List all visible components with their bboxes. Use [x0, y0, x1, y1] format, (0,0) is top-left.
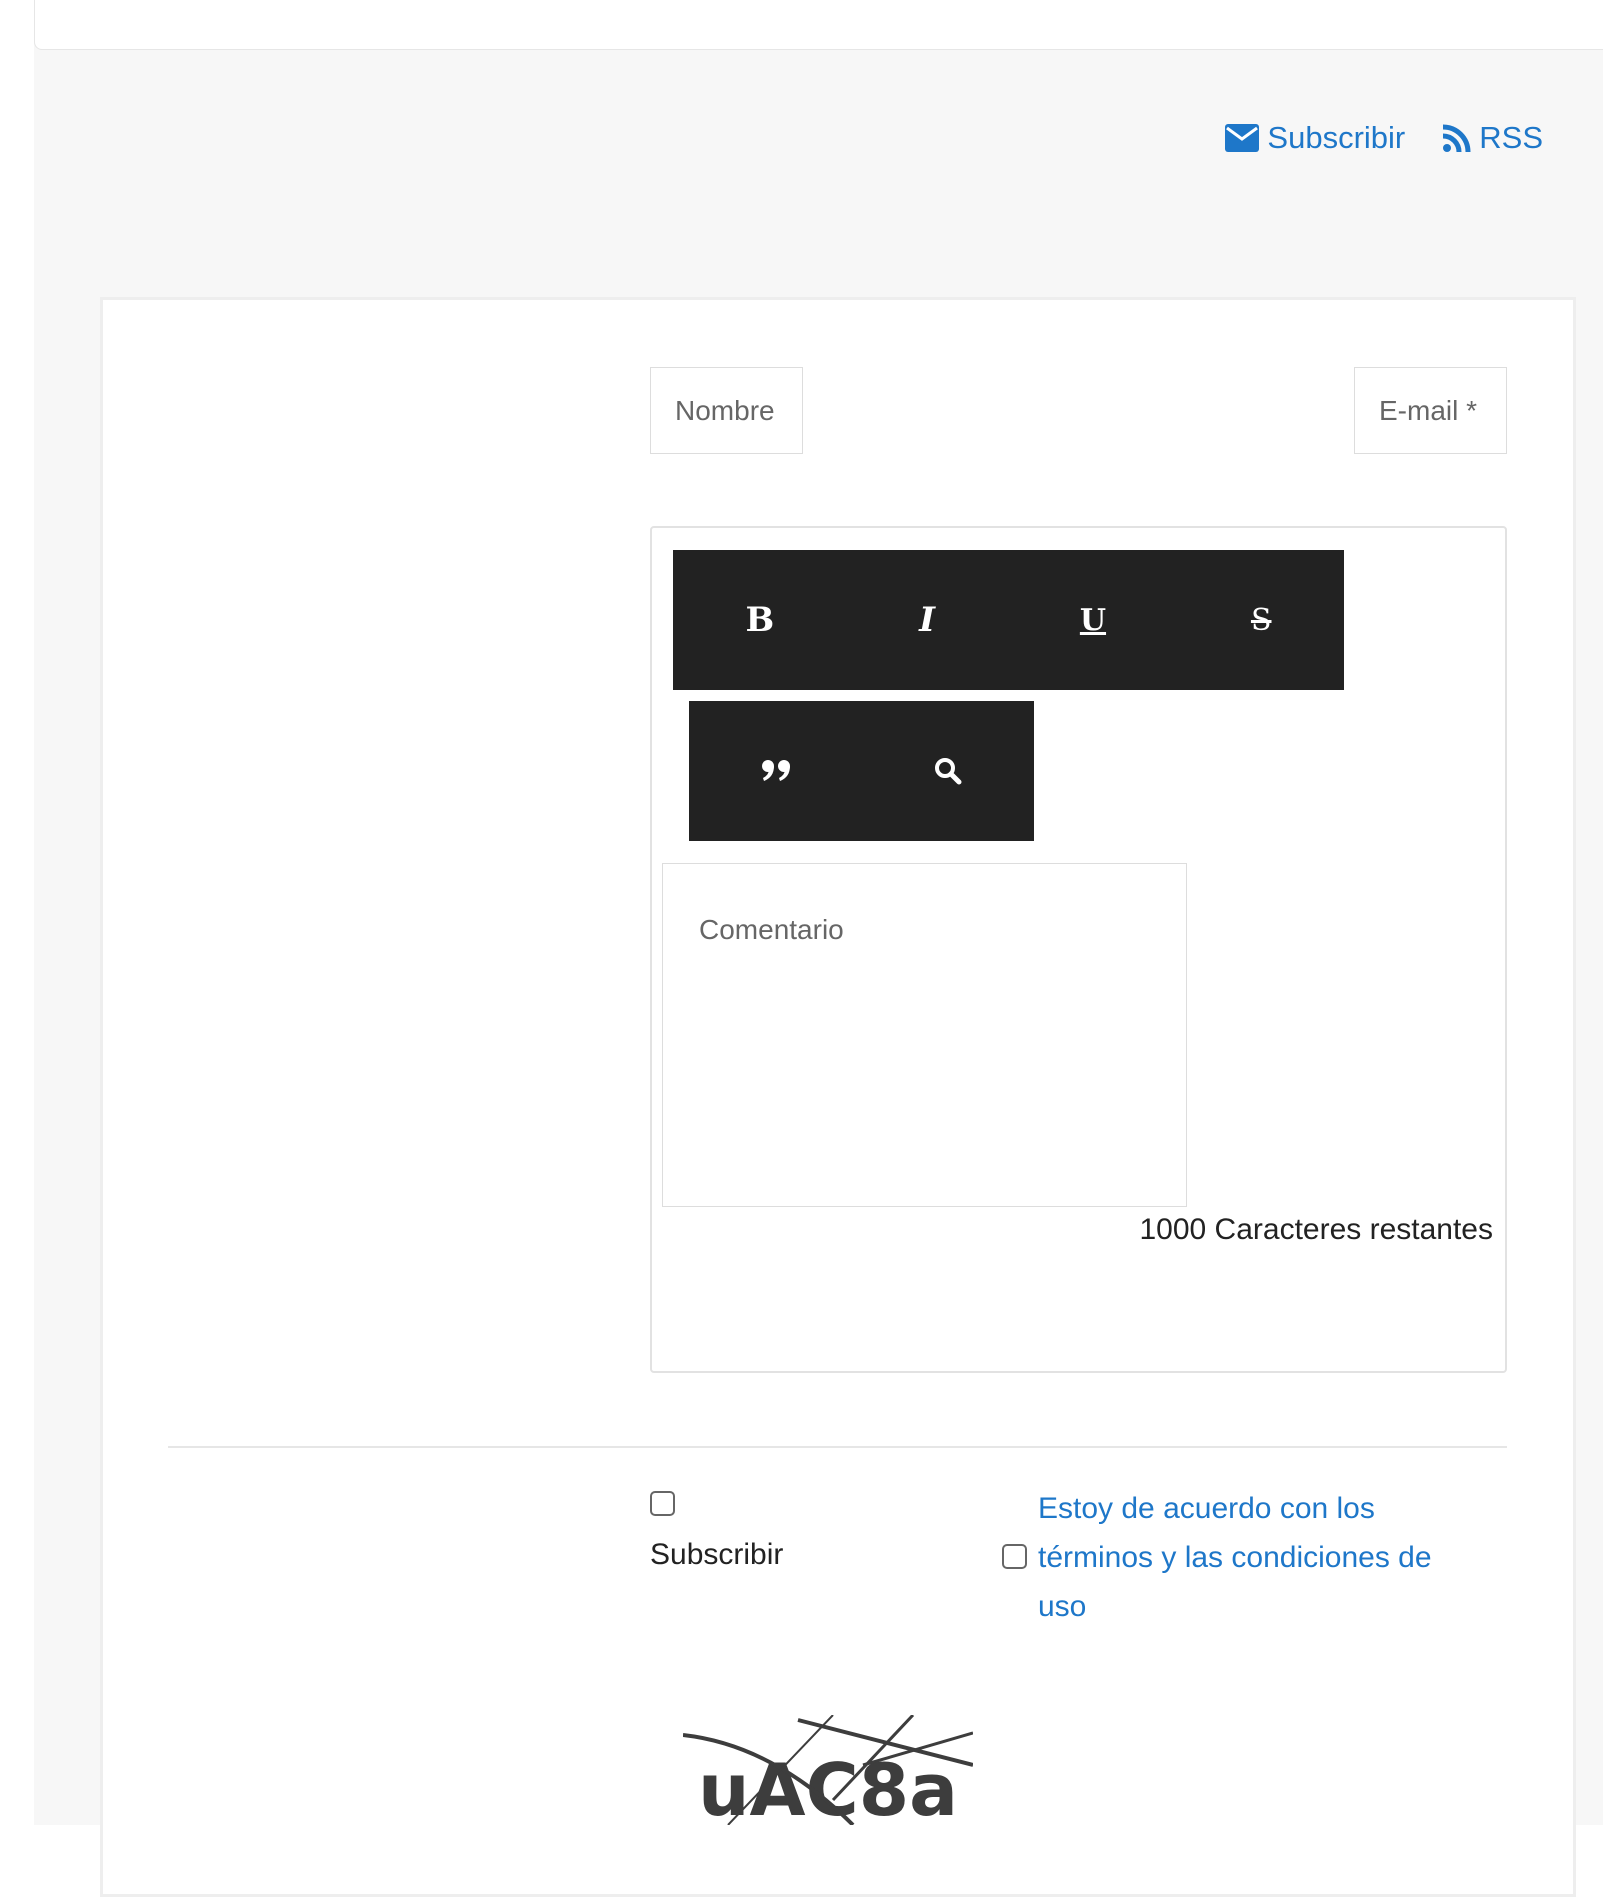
- comment-textarea[interactable]: Comentario: [662, 863, 1187, 1207]
- subscribe-link-label: Subscribir: [1267, 120, 1406, 155]
- rss-link[interactable]: RSS: [1443, 120, 1543, 156]
- underline-button[interactable]: U: [1080, 603, 1106, 638]
- captcha-text: uAC8a: [698, 1748, 958, 1825]
- italic-button[interactable]: I: [919, 600, 935, 640]
- divider: [168, 1446, 1507, 1448]
- strikethrough-button[interactable]: S: [1251, 603, 1272, 638]
- terms-link[interactable]: Estoy de acuerdo con los términos y las …: [1038, 1484, 1478, 1631]
- subscribe-checkbox[interactable]: [650, 1491, 675, 1516]
- quote-icon[interactable]: [761, 759, 791, 783]
- search-icon[interactable]: [934, 757, 962, 785]
- name-placeholder: Nombre: [675, 394, 775, 426]
- rss-link-label: RSS: [1479, 120, 1543, 155]
- name-input[interactable]: Nombre: [650, 367, 803, 454]
- top-card: [34, 0, 1603, 50]
- subscribe-label: Subscribir: [650, 1538, 784, 1571]
- email-input[interactable]: E-mail *: [1354, 367, 1507, 454]
- bold-button[interactable]: B: [745, 600, 774, 640]
- terms-checkbox[interactable]: [1002, 1544, 1027, 1569]
- format-toolbar: B I U S: [673, 550, 1344, 690]
- email-placeholder: E-mail *: [1379, 394, 1478, 426]
- captcha-image: uAC8a: [683, 1715, 973, 1825]
- header-links: Subscribir RSS: [1225, 120, 1543, 156]
- rss-icon: [1443, 124, 1471, 152]
- envelope-icon: [1225, 124, 1260, 152]
- format-toolbar-row2: [689, 701, 1034, 841]
- char-count: 1000 Caracteres restantes: [1139, 1213, 1493, 1246]
- comment-placeholder: Comentario: [699, 914, 844, 945]
- subscribe-link[interactable]: Subscribir: [1225, 120, 1405, 156]
